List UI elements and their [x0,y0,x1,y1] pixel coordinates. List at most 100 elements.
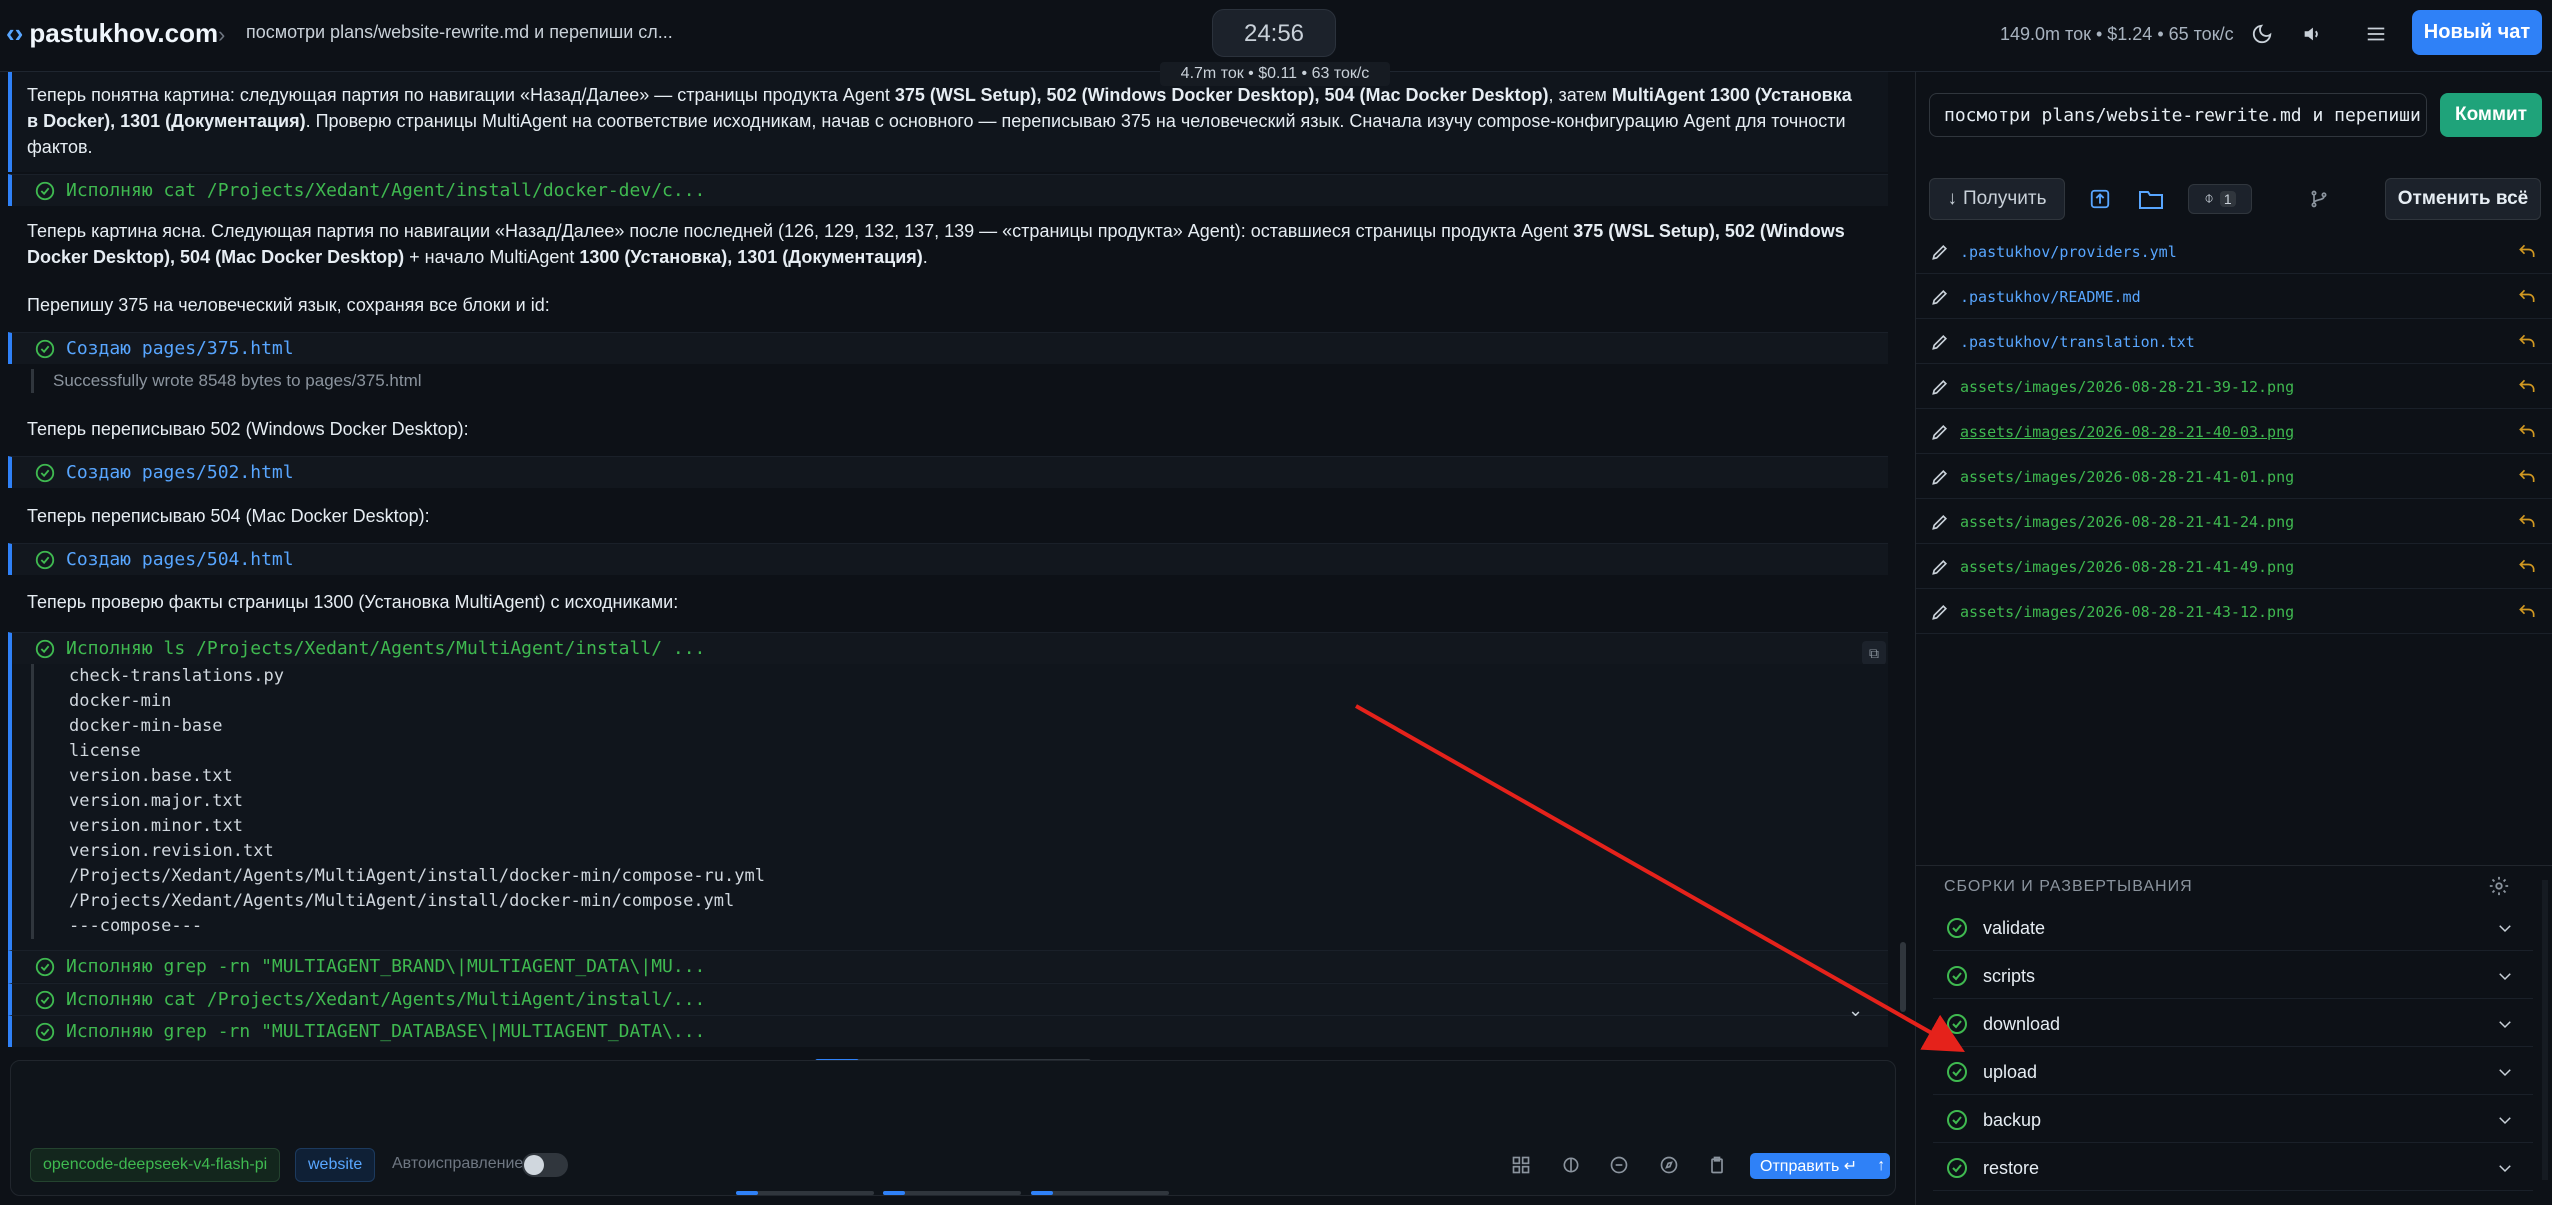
breadcrumb-chat-title[interactable]: посмотри plans/website-rewrite.md и пере… [246,22,673,43]
undo-icon[interactable] [2516,512,2538,532]
new-chat-button[interactable]: Новый чат [2412,10,2542,55]
file-name[interactable]: assets/images/2026-08-28-21-41-01.png [1960,468,2294,486]
autofix-toggle[interactable] [522,1153,568,1177]
build-row[interactable]: validate [1933,903,2533,951]
changed-file-row[interactable]: assets/images/2026-08-28-21-39-12.png [1916,365,2552,409]
undo-icon[interactable] [2516,422,2538,442]
check-circle-icon [35,1022,55,1041]
file-name[interactable]: assets/images/2026-08-28-21-40-03.png [1960,423,2294,441]
pencil-icon [1932,604,1948,620]
build-row[interactable]: scripts [1933,951,2533,999]
pencil-icon [1932,559,1948,575]
tool-call[interactable]: Создаю pages/502.html [8,456,1888,488]
output-line: check-translations.py [69,666,284,686]
clipboard-icon[interactable] [1704,1152,1730,1178]
tool-call[interactable]: Исполняю grep -rn "MULTIAGENT_BRAND\|MUL… [8,950,1888,982]
pencil-icon [1932,424,1948,440]
assistant-message: Теперь понятна картина: следующая партия… [27,82,1867,160]
changed-file-row[interactable]: .pastukhov/README.md [1916,275,2552,319]
chevron-down-icon[interactable] [2496,1015,2514,1033]
undo-icon[interactable] [2516,242,2538,262]
file-name[interactable]: .pastukhov/providers.yml [1960,243,2177,261]
undo-icon[interactable] [2516,287,2538,307]
undo-icon[interactable] [2516,602,2538,622]
text: . [922,247,928,267]
moon-icon[interactable] [2246,18,2278,50]
code-brackets-icon: ‹› [6,18,24,48]
check-circle-icon [35,181,55,200]
changed-file-row[interactable]: assets/images/2026-08-28-21-41-49.png [1916,545,2552,589]
folder-icon[interactable] [2136,184,2166,214]
chevron-down-icon[interactable] [2496,1159,2514,1177]
file-name[interactable]: assets/images/2026-08-28-21-39-12.png [1960,378,2294,396]
build-row[interactable]: download [1933,999,2533,1047]
undo-icon[interactable] [2516,467,2538,487]
scroll-down-chevron-icon[interactable]: ⌄ [1848,1000,1863,1021]
file-name[interactable]: assets/images/2026-08-28-21-41-49.png [1960,558,2294,576]
tool-call[interactable]: Создаю pages/504.html [8,543,1888,575]
chevron-down-icon[interactable] [2496,1111,2514,1129]
commit-button[interactable]: Коммит [2440,93,2542,137]
chat-transcript: Теперь понятна картина: следующая партия… [0,72,1912,1052]
tool-output: check-translations.py docker-min docker-… [31,664,1891,939]
send-button[interactable]: Отправить ↵ ↑ [1750,1153,1890,1179]
changed-file-row[interactable]: assets/images/2026-08-28-21-40-03.png [1916,410,2552,454]
text: Теперь картина ясна. Следующая партия по… [27,221,1574,241]
tool-call[interactable]: Исполняю cat /Projects/Xedant/Agent/inst… [8,174,1888,206]
revert-all-button[interactable]: Отменить всё [2385,178,2541,220]
grid-icon[interactable] [1508,1152,1534,1178]
pencil-icon [1932,244,1948,260]
assistant-message: Теперь проверю факты страницы 1300 (Уста… [27,592,679,612]
model-chip[interactable]: opencode-deepseek-v4-flash-pi [30,1148,281,1182]
output-line: version.base.txt [69,766,233,786]
build-label: scripts [1983,966,2036,986]
panel-scrollbar[interactable] [2542,880,2548,1180]
text: Теперь понятна картина: следующая партия… [27,85,895,105]
undo-icon[interactable] [2516,332,2538,352]
tool-call[interactable]: Исполняю grep -rn "MULTIAGENT_DATABASE\|… [8,1015,1888,1047]
compass-icon[interactable] [1656,1152,1682,1178]
build-row[interactable]: restore [1933,1143,2533,1191]
commit-message-input[interactable]: посмотри plans/website-rewrite.md и пере… [1929,93,2427,137]
build-label: upload [1983,1062,2038,1082]
chat-scrollbar[interactable] [1900,942,1906,1012]
commits-button[interactable]: ⌽ 1 [2188,184,2252,214]
send-label: Отправить ↵ [1760,1158,1858,1175]
branch-icon[interactable] [2306,184,2332,214]
undo-icon[interactable] [2516,557,2538,577]
menu-icon[interactable] [2360,18,2392,50]
chevron-down-icon[interactable] [2496,1063,2514,1081]
file-name[interactable]: .pastukhov/translation.txt [1960,333,2195,351]
chevron-down-icon[interactable] [2496,967,2514,985]
minus-circle-icon[interactable] [1606,1152,1632,1178]
tool-call[interactable]: Исполняю cat /Projects/Xedant/Agents/Mul… [8,983,1888,1015]
copy-icon[interactable]: ⧉ [1862,641,1886,665]
gear-icon[interactable] [2488,875,2510,897]
chevron-right-icon: › [218,22,226,47]
check-circle-icon [1947,1062,1967,1082]
changed-file-row[interactable]: assets/images/2026-08-28-21-41-01.png [1916,455,2552,499]
build-row[interactable]: backup [1933,1095,2533,1143]
fetch-button[interactable]: ↓ Получить [1929,178,2065,220]
check-circle-icon [1947,1110,1967,1130]
file-name[interactable]: assets/images/2026-08-28-21-41-24.png [1960,513,2294,531]
changed-file-row[interactable]: assets/images/2026-08-28-21-41-24.png [1916,500,2552,544]
changed-file-row[interactable]: assets/images/2026-08-28-21-43-12.png [1916,590,2552,634]
undo-icon[interactable] [2516,377,2538,397]
site-logo[interactable]: ‹› pastukhov.com [6,18,218,49]
tool-call[interactable]: Создаю pages/375.html [8,332,1888,364]
output-line: /Projects/Xedant/Agents/MultiAgent/insta… [69,891,735,911]
fetch-label: Получить [1962,188,2047,209]
changed-file-row[interactable]: .pastukhov/translation.txt [1916,320,2552,364]
speaker-icon[interactable] [2296,18,2328,50]
file-name[interactable]: assets/images/2026-08-28-21-43-12.png [1960,603,2294,621]
project-chip[interactable]: website [295,1148,376,1182]
changed-file-row[interactable]: .pastukhov/providers.yml [1916,230,2552,274]
brain-icon[interactable] [1558,1152,1584,1178]
build-row[interactable]: upload [1933,1047,2533,1095]
output-line: docker-min [69,691,172,711]
file-name[interactable]: .pastukhov/README.md [1960,288,2141,306]
tool-call[interactable]: Исполняю ls /Projects/Xedant/Agents/Mult… [8,632,1888,664]
push-icon[interactable] [2087,184,2113,214]
chevron-down-icon[interactable] [2496,919,2514,937]
